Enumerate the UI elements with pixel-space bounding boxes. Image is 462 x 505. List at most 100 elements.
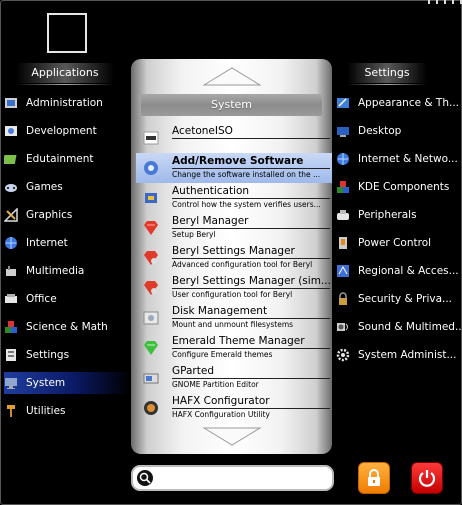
- app-item-hafx-configurator[interactable]: HAFX Configurator HAFX Configuration Uti…: [136, 393, 332, 423]
- app-description: Configure Emerald themes: [172, 350, 273, 359]
- app-item-beryl-settings-manager[interactable]: Beryl Settings Manager Advanced configur…: [136, 243, 332, 273]
- app-item-emerald-theme-manager[interactable]: Emerald Theme Manager Configure Emerald …: [136, 333, 332, 363]
- settings-label: System Administ...: [358, 349, 457, 361]
- network-globe-icon: [336, 152, 350, 166]
- app-divider: [172, 258, 330, 259]
- settings-appearance[interactable]: Appearance & Th...: [336, 92, 462, 114]
- settings-peripherals[interactable]: Peripherals: [336, 204, 462, 226]
- category-label: Edutainment: [26, 153, 94, 165]
- app-name: HAFX Configurator: [172, 395, 270, 407]
- search-input[interactable]: [159, 470, 324, 485]
- office-icon: [4, 292, 18, 306]
- user-avatar[interactable]: [47, 13, 87, 53]
- app-description: Advanced configuration tool for Beryl: [172, 260, 313, 269]
- app-description: Mount and unmount filesystems: [172, 320, 294, 329]
- app-item-beryl-manager[interactable]: Beryl Manager Setup Beryl: [136, 213, 332, 243]
- settings-label: KDE Components: [358, 181, 450, 193]
- category-label: Multimedia: [26, 265, 85, 277]
- app-item-gparted[interactable]: GParted GNOME Partition Editor: [136, 363, 332, 393]
- scroll-down-button[interactable]: [131, 420, 332, 454]
- category-graphics[interactable]: Graphics: [4, 204, 130, 226]
- category-multimedia[interactable]: Multimedia: [4, 260, 130, 282]
- appearance-icon: [336, 96, 350, 110]
- hafx-icon: [143, 400, 159, 416]
- settings-label: Appearance & Th...: [358, 97, 459, 109]
- app-divider: [172, 228, 330, 229]
- development-icon: [4, 124, 18, 138]
- category-office[interactable]: Office: [4, 288, 130, 310]
- app-name: Disk Management: [172, 305, 268, 317]
- settings-label: Desktop: [358, 125, 402, 137]
- app-divider: [172, 318, 330, 319]
- app-description: Change the software installed on the ...: [172, 170, 321, 179]
- category-edutainment[interactable]: Edutainment: [4, 148, 130, 170]
- category-science-math[interactable]: Science & Math: [4, 316, 130, 338]
- settings-kde-components[interactable]: KDE Components: [336, 176, 462, 198]
- power-control-icon: [336, 236, 350, 250]
- applications-heading: Applications: [16, 63, 114, 85]
- category-internet[interactable]: Internet: [4, 232, 130, 254]
- settings-power-control[interactable]: Power Control: [336, 232, 462, 254]
- settings-icon: [4, 348, 18, 362]
- app-name: Beryl Settings Manager: [172, 245, 295, 257]
- app-description: Setup Beryl: [172, 230, 216, 239]
- settings-label: Regional & Acces...: [358, 265, 459, 277]
- science-icon: [4, 320, 18, 334]
- edutainment-icon: [4, 152, 18, 166]
- security-icon: [336, 292, 350, 306]
- category-label: System: [26, 377, 66, 389]
- settings-regional-accessibility[interactable]: Regional & Acces...: [336, 260, 462, 282]
- category-title: System: [141, 94, 322, 116]
- settings-heading: Settings: [347, 63, 427, 85]
- regional-icon: [336, 264, 350, 278]
- shutdown-button[interactable]: [411, 462, 443, 494]
- kde-components-icon: [336, 180, 350, 194]
- gear-icon: [336, 348, 350, 362]
- category-games[interactable]: Games: [4, 176, 130, 198]
- settings-desktop[interactable]: Desktop: [336, 120, 462, 142]
- category-utilities[interactable]: Utilities: [4, 400, 130, 422]
- category-label: Graphics: [26, 209, 73, 221]
- top-edge-marks: [428, 0, 462, 5]
- desktop-icon: [336, 124, 350, 138]
- category-system[interactable]: System: [4, 372, 130, 394]
- app-item-add-remove-software[interactable]: Add/Remove Software Change the software …: [136, 153, 332, 183]
- app-divider: [172, 348, 330, 349]
- category-label: Games: [26, 181, 63, 193]
- package-icon: [143, 160, 159, 176]
- settings-label: Power Control: [358, 237, 432, 249]
- emerald-icon: [143, 340, 159, 356]
- settings-security-privacy[interactable]: Security & Priva...: [336, 288, 462, 310]
- scroll-up-button[interactable]: [131, 59, 332, 93]
- category-label: Settings: [26, 349, 70, 361]
- search-icon[interactable]: [137, 470, 153, 486]
- settings-label: Sound & Multimed...: [358, 321, 462, 333]
- category-development[interactable]: Development: [4, 120, 130, 142]
- app-item-acetoneiso[interactable]: AcetoneISO: [136, 123, 332, 153]
- settings-label: Internet & Netwo...: [358, 153, 458, 165]
- app-description: HAFX Configuration Utility: [172, 410, 270, 419]
- settings-internet-network[interactable]: Internet & Netwo...: [336, 148, 462, 170]
- app-name: Authentication: [172, 185, 250, 197]
- acetoneiso-icon: [143, 130, 159, 146]
- app-list-panel: System AcetoneISO Add/Remove Software Ch…: [131, 59, 332, 454]
- category-administration[interactable]: Administration: [4, 92, 130, 114]
- category-settings[interactable]: Settings: [4, 344, 130, 366]
- disk-icon: [143, 310, 159, 326]
- app-name: AcetoneISO: [172, 125, 233, 137]
- app-item-disk-management[interactable]: Disk Management Mount and unmount filesy…: [136, 303, 332, 333]
- app-name: Beryl Settings Manager (sim...: [172, 275, 331, 287]
- app-item-beryl-settings-manager-simple[interactable]: Beryl Settings Manager (sim... User conf…: [136, 273, 332, 303]
- sound-icon: [336, 320, 350, 334]
- app-list: AcetoneISO Add/Remove Software Change th…: [136, 123, 332, 423]
- lock-screen-button[interactable]: [358, 462, 390, 494]
- category-label: Administration: [26, 97, 103, 109]
- beryl-settings-icon: [143, 250, 159, 266]
- settings-system-administration[interactable]: System Administ...: [336, 344, 462, 366]
- category-label: Internet: [26, 237, 68, 249]
- category-label: Utilities: [26, 405, 66, 417]
- category-label: Science & Math: [26, 321, 108, 333]
- graphics-icon: [4, 208, 18, 222]
- app-item-authentication[interactable]: Authentication Control how the system ve…: [136, 183, 332, 213]
- settings-sound-multimedia[interactable]: Sound & Multimed...: [336, 316, 462, 338]
